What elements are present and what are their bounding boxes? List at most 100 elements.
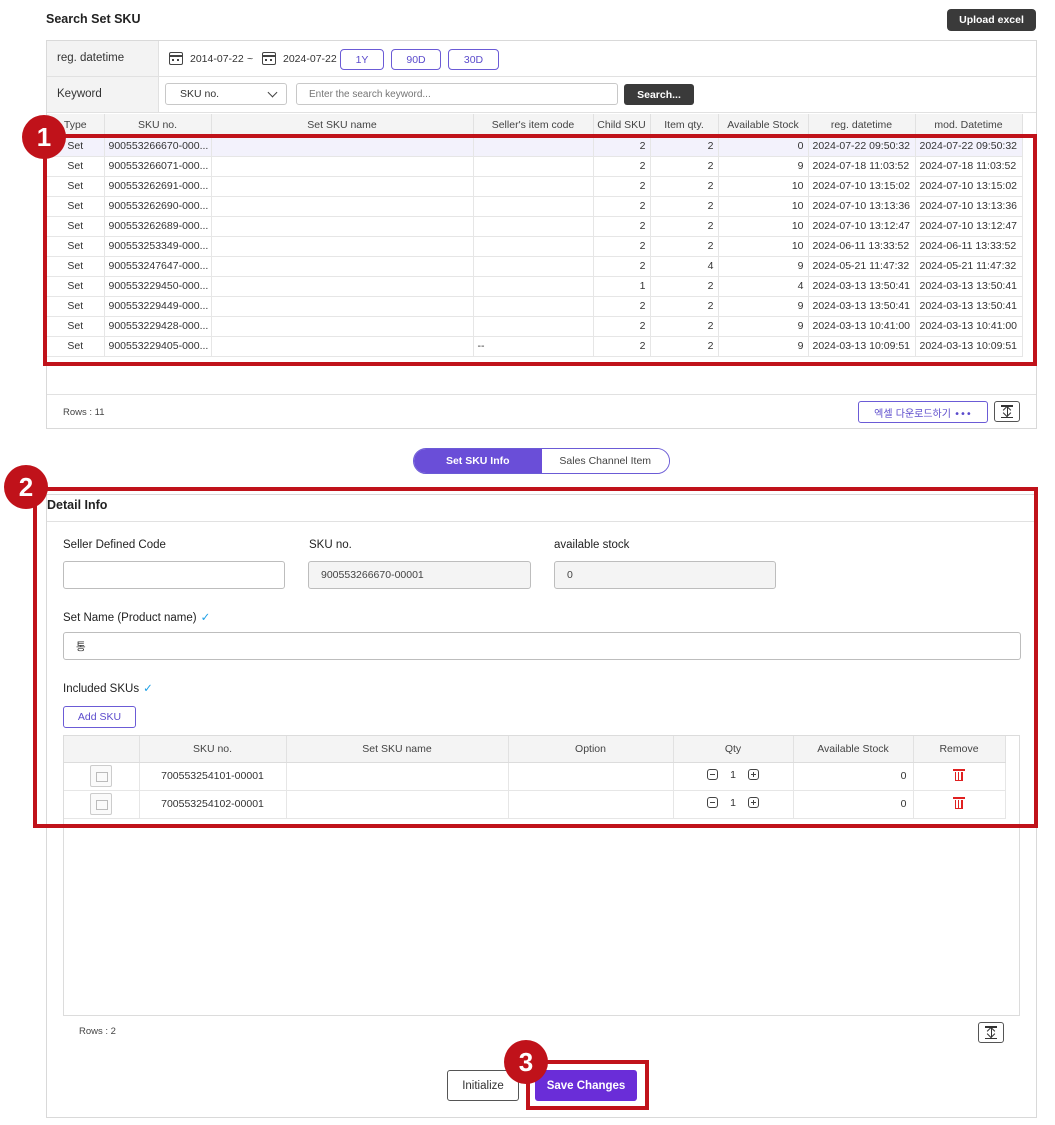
column-header[interactable]: Option bbox=[508, 736, 674, 763]
sku-cell: 700553254102-00001 bbox=[139, 790, 287, 819]
column-header[interactable]: Set SKU name bbox=[286, 736, 509, 763]
seller-item-code-cell bbox=[473, 296, 594, 317]
annotation-badge: 2 bbox=[4, 465, 48, 509]
mod-datetime-cell: 2024-07-10 13:15:02 bbox=[915, 176, 1023, 197]
item-qty-cell: 2 bbox=[650, 316, 719, 337]
set-sku-name-cell bbox=[211, 176, 474, 197]
trash-icon[interactable] bbox=[953, 796, 965, 809]
column-header[interactable]: SKU no. bbox=[104, 114, 212, 137]
column-header[interactable]: Set SKU name bbox=[211, 114, 474, 137]
sku-no-cell: 900553229450-000... bbox=[104, 276, 212, 297]
item-qty-cell: 2 bbox=[650, 156, 719, 177]
item-qty-cell: 2 bbox=[650, 336, 719, 357]
column-header[interactable]: Item qty. bbox=[650, 114, 719, 137]
option-cell bbox=[508, 790, 674, 819]
column-header[interactable]: mod. Datetime bbox=[915, 114, 1023, 137]
check-icon: ✓ bbox=[200, 612, 211, 624]
period-1y-button[interactable]: 1Y bbox=[340, 49, 384, 70]
date-from[interactable]: 2014-07-22 bbox=[190, 53, 244, 65]
table-row[interactable]: Set 900553262690-000... 2 2 10 2024-07-10 13:… bbox=[47, 196, 1023, 217]
type-cell: Set bbox=[47, 336, 105, 357]
included-skus-grid: SKU no. Set SKU name Option Qty Availabl… bbox=[63, 735, 1020, 1016]
type-cell: Set bbox=[47, 316, 105, 337]
column-header[interactable]: Seller's item code bbox=[473, 114, 594, 137]
type-cell: Set bbox=[47, 176, 105, 197]
sku-no-cell: 900553262690-000... bbox=[104, 196, 212, 217]
child-sku-cell: 2 bbox=[593, 256, 651, 277]
set-sku-name-cell bbox=[211, 216, 474, 237]
set-name-field[interactable] bbox=[63, 632, 1021, 660]
table-row[interactable]: Set 900553266071-000... 2 2 9 2024-07-18 11:0… bbox=[47, 156, 1023, 177]
column-header[interactable]: Child SKU bbox=[593, 114, 651, 137]
table-row[interactable]: Set 900553266670-000... 2 2 0 2024-07-22 09:5… bbox=[47, 136, 1023, 157]
type-cell: Set bbox=[47, 276, 105, 297]
table-row[interactable]: Set 900553229450-000... 1 2 4 2024-03-13 13:5… bbox=[47, 276, 1023, 297]
calendar-icon[interactable] bbox=[169, 52, 183, 65]
tab-set-sku-info[interactable]: Set SKU Info bbox=[414, 449, 542, 473]
table-row[interactable]: Set 900553229428-000... 2 2 9 2024-03-13 10:4… bbox=[47, 316, 1023, 337]
item-qty-cell: 2 bbox=[650, 216, 719, 237]
expand-icon[interactable] bbox=[994, 401, 1020, 422]
column-header[interactable]: SKU no. bbox=[139, 736, 287, 763]
mod-datetime-cell: 2024-06-11 13:33:52 bbox=[915, 236, 1023, 257]
seller-item-code-cell bbox=[473, 216, 594, 237]
available-stock-cell: 10 bbox=[718, 176, 809, 197]
check-icon: ✓ bbox=[143, 683, 153, 695]
save-changes-button[interactable]: Save Changes bbox=[535, 1070, 637, 1101]
available-stock-cell: 0 bbox=[718, 136, 809, 157]
table-row[interactable]: Set 900553229449-000... 2 2 9 2024-03-13 13:5… bbox=[47, 296, 1023, 317]
type-cell: Set bbox=[47, 156, 105, 177]
table-row[interactable]: Set 900553229405-000... -- 2 2 9 2024-03-13 10… bbox=[47, 336, 1023, 357]
item-qty-cell: 2 bbox=[650, 176, 719, 197]
type-cell: Set bbox=[47, 296, 105, 317]
table-header-row: Type SKU no. Set SKU name Seller's item … bbox=[47, 114, 1023, 137]
search-input[interactable] bbox=[296, 83, 618, 105]
excel-download-button[interactable]: 엑셀 다운로드하기 ••• bbox=[858, 401, 988, 423]
expand-icon[interactable] bbox=[978, 1022, 1004, 1043]
sku-no-cell: 900553253349-000... bbox=[104, 236, 212, 257]
minus-icon[interactable] bbox=[707, 769, 719, 781]
sku-no-label: SKU no. bbox=[309, 539, 352, 551]
minus-icon[interactable] bbox=[707, 797, 719, 809]
calendar-icon[interactable] bbox=[262, 52, 276, 65]
table-row[interactable]: Set 900553253349-000... 2 2 10 2024-06-11 13:… bbox=[47, 236, 1023, 257]
table-row[interactable]: Set 900553247647-000... 2 4 9 2024-05-21 11:4… bbox=[47, 256, 1023, 277]
upload-excel-button[interactable]: Upload excel bbox=[947, 9, 1036, 31]
image-placeholder-icon bbox=[90, 793, 113, 815]
mod-datetime-cell: 2024-03-13 10:09:51 bbox=[915, 336, 1023, 357]
search-button[interactable]: Search... bbox=[624, 84, 694, 105]
reg-datetime-cell: 2024-07-18 11:03:52 bbox=[808, 156, 916, 177]
keyword-type-select[interactable]: SKU no. bbox=[165, 83, 287, 105]
seller-item-code-cell: -- bbox=[473, 336, 594, 357]
seller-item-code-cell bbox=[473, 236, 594, 257]
tab-sales-channel-item[interactable]: Sales Channel Item bbox=[541, 449, 669, 473]
table-row[interactable]: 700553254102-00001 1 0 bbox=[64, 790, 1006, 819]
seller-item-code-cell bbox=[473, 136, 594, 157]
seller-code-field[interactable] bbox=[63, 561, 285, 589]
column-header[interactable]: Available Stock bbox=[793, 736, 914, 763]
table-row[interactable]: Set 900553262691-000... 2 2 10 2024-07-10 13:… bbox=[47, 176, 1023, 197]
period-90d-button[interactable]: 90D bbox=[391, 49, 441, 70]
table-row[interactable]: 700553254101-00001 1 0 bbox=[64, 762, 1006, 791]
table-header-row: SKU no. Set SKU name Option Qty Availabl… bbox=[64, 736, 1006, 763]
column-header[interactable]: reg. datetime bbox=[808, 114, 916, 137]
plus-icon[interactable] bbox=[747, 769, 759, 781]
type-cell: Set bbox=[47, 256, 105, 277]
period-30d-button[interactable]: 30D bbox=[448, 49, 499, 70]
detail-tabs: Set SKU Info Sales Channel Item bbox=[413, 448, 670, 474]
table-row[interactable]: Set 900553262689-000... 2 2 10 2024-07-10 13:… bbox=[47, 216, 1023, 237]
type-cell: Set bbox=[47, 196, 105, 217]
available-stock-cell: 0 bbox=[793, 762, 914, 791]
column-header[interactable]: Qty bbox=[673, 736, 794, 763]
item-qty-cell: 2 bbox=[650, 276, 719, 297]
annotation-badge: 1 bbox=[22, 115, 66, 159]
set-sku-name-cell bbox=[211, 276, 474, 297]
row-count: Rows : 11 bbox=[63, 407, 105, 418]
add-sku-button[interactable]: Add SKU bbox=[63, 706, 136, 728]
plus-icon[interactable] bbox=[747, 797, 759, 809]
date-to[interactable]: 2024-07-22 bbox=[283, 53, 337, 65]
trash-icon[interactable] bbox=[953, 768, 965, 781]
included-skus-label-wrap: Included SKUs ✓ bbox=[63, 681, 153, 695]
sku-no-cell: 900553247647-000... bbox=[104, 256, 212, 277]
column-header[interactable]: Available Stock bbox=[718, 114, 809, 137]
